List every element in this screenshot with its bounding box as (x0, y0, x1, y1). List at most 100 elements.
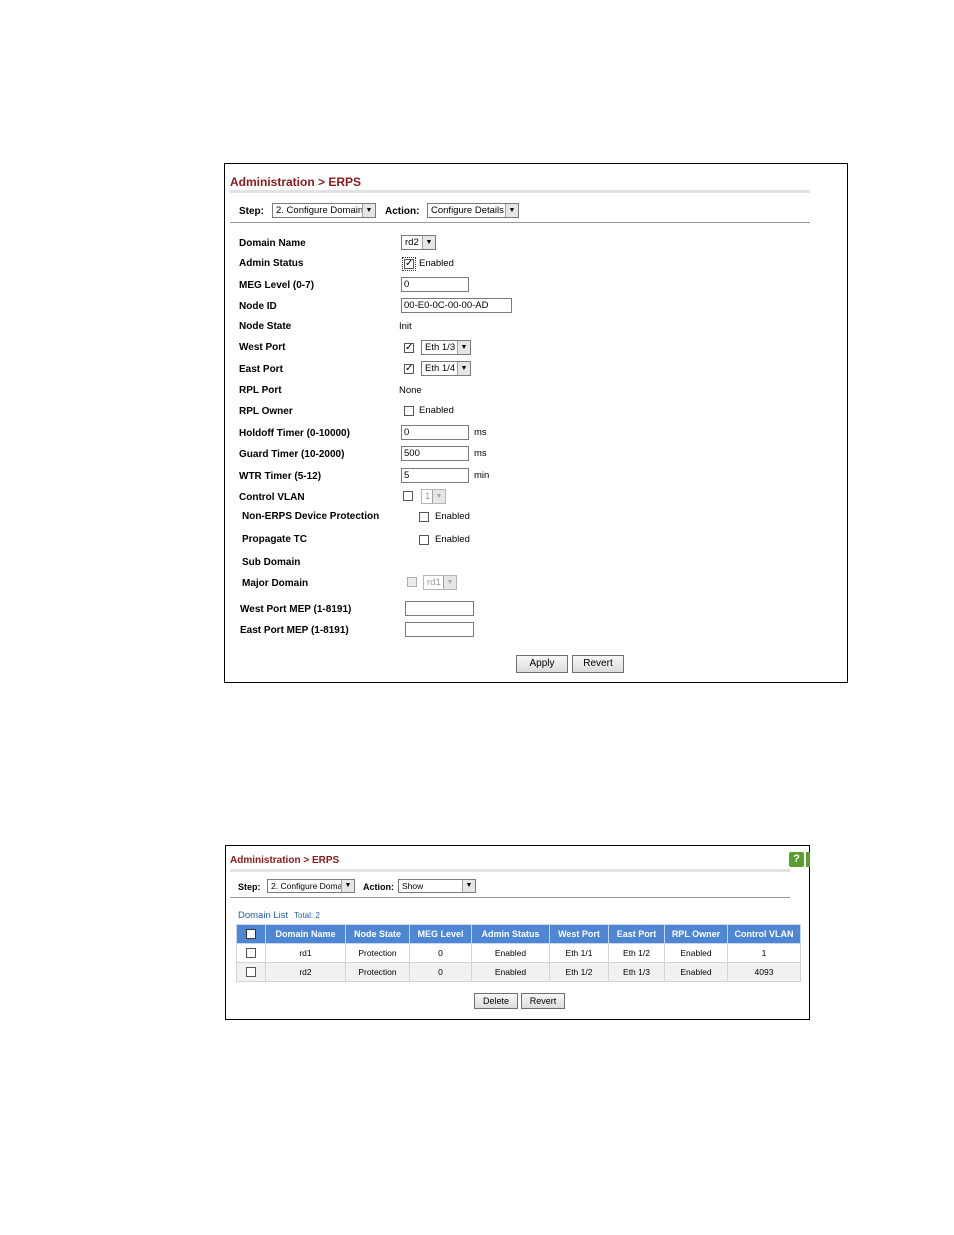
table-header-row: Domain Name Node State MEG Level Admin S… (236, 924, 801, 944)
step-divider (230, 897, 790, 898)
node-state-value: Init (399, 321, 412, 332)
col-east-port[interactable]: East Port (608, 924, 665, 944)
cell-admin-status: Enabled (471, 962, 550, 982)
chevron-down-icon: ▼ (443, 576, 456, 589)
cell-domain-name: rd2 (265, 962, 346, 982)
major-domain-checkbox[interactable] (407, 577, 417, 587)
east-port-label: East Port (239, 364, 283, 375)
apply-button[interactable]: Apply (516, 655, 568, 673)
cell-meg-level: 0 (409, 962, 472, 982)
chevron-down-icon: ▼ (422, 236, 435, 249)
rpl-owner-checkbox[interactable] (404, 406, 414, 416)
east-port-mep-input[interactable] (405, 622, 474, 637)
sub-domain-label: Sub Domain (242, 557, 301, 568)
guard-timer-unit: ms (474, 448, 487, 459)
propagate-tc-checkbox[interactable] (419, 535, 429, 545)
chevron-down-icon: ▼ (341, 880, 354, 892)
revert-button[interactable]: Revert (572, 655, 624, 673)
west-port-select[interactable]: Eth 1/3 ▼ (421, 340, 471, 355)
page-title: Administration > ERPS (230, 175, 362, 189)
step-select[interactable]: 2. Configure Domain ▼ (267, 879, 355, 893)
non-erps-text: Enabled (435, 511, 470, 522)
non-erps-checkbox[interactable] (419, 512, 429, 522)
cell-rpl-owner: Enabled (664, 943, 728, 963)
propagate-tc-text: Enabled (435, 534, 470, 545)
holdoff-timer-input[interactable]: 0 (401, 425, 469, 440)
guard-timer-label: Guard Timer (10-2000) (239, 449, 345, 460)
propagate-tc-label: Propagate TC (242, 534, 308, 545)
table-row: rd1 Protection 0 Enabled Eth 1/1 Eth 1/2… (236, 943, 801, 963)
chevron-down-icon: ▼ (457, 341, 470, 354)
east-port-checkbox[interactable]: ✓ (404, 364, 414, 374)
admin-status-label: Admin Status (239, 258, 304, 269)
cell-west-port: Eth 1/2 (549, 962, 609, 982)
row-checkbox[interactable] (246, 967, 256, 978)
title-divider (230, 190, 810, 193)
action-label: Action: (385, 206, 420, 217)
chevron-down-icon: ▼ (457, 362, 470, 375)
domain-table: Domain Name Node State MEG Level Admin S… (236, 924, 801, 982)
major-domain-label: Major Domain (242, 578, 309, 589)
step-divider (230, 222, 810, 223)
west-port-mep-input[interactable] (405, 601, 474, 616)
holdoff-timer-label: Holdoff Timer (0-10000) (239, 428, 350, 439)
wtr-timer-input[interactable]: 5 (401, 468, 469, 483)
cell-control-vlan: 4093 (727, 962, 801, 982)
domain-list-label: Domain List (238, 910, 289, 921)
action-label: Action: (363, 882, 394, 892)
col-rpl-owner[interactable]: RPL Owner (664, 924, 728, 944)
chevron-down-icon: ▼ (505, 204, 518, 217)
action-select[interactable]: Configure Details ▼ (427, 203, 519, 218)
west-port-mep-label: West Port MEP (1-8191) (240, 604, 352, 615)
title-divider (230, 869, 790, 872)
col-admin-status[interactable]: Admin Status (471, 924, 550, 944)
control-vlan-label: Control VLAN (239, 492, 305, 503)
control-vlan-select[interactable]: 1 ▼ (421, 489, 446, 504)
non-erps-label: Non-ERPS Device Protection (242, 511, 380, 522)
cell-west-port: Eth 1/1 (549, 943, 609, 963)
chevron-down-icon: ▼ (462, 880, 475, 892)
domain-list-total: Total: 2 (294, 911, 320, 920)
admin-status-checkbox[interactable]: ✓ (402, 257, 416, 271)
configure-details-panel: Administration > ERPS Step: 2. Configure… (224, 163, 848, 683)
select-all-cell (236, 924, 266, 944)
row-select-cell (236, 943, 266, 963)
control-vlan-checkbox[interactable] (403, 491, 413, 501)
col-meg-level[interactable]: MEG Level (409, 924, 472, 944)
cell-meg-level: 0 (409, 943, 472, 963)
meg-level-input[interactable]: 0 (401, 277, 469, 292)
col-control-vlan[interactable]: Control VLAN (727, 924, 801, 944)
revert-button[interactable]: Revert (521, 993, 565, 1009)
cell-control-vlan: 1 (727, 943, 801, 963)
col-node-state[interactable]: Node State (345, 924, 410, 944)
major-domain-select[interactable]: rd1 ▼ (423, 575, 457, 590)
cell-node-state: Protection (345, 962, 410, 982)
delete-button[interactable]: Delete (474, 993, 518, 1009)
cell-node-state: Protection (345, 943, 410, 963)
rpl-owner-label: RPL Owner (239, 406, 293, 417)
holdoff-timer-unit: ms (474, 427, 487, 438)
cell-east-port: Eth 1/3 (608, 962, 665, 982)
domain-name-select[interactable]: rd2 ▼ (401, 235, 436, 250)
select-all-checkbox[interactable] (246, 929, 256, 940)
show-domains-panel: Administration > ERPS ? Step: 2. Configu… (225, 845, 810, 1020)
meg-level-label: MEG Level (0-7) (239, 280, 315, 291)
node-id-input[interactable]: 00-E0-0C-00-00-AD (401, 298, 512, 313)
row-checkbox[interactable] (246, 948, 256, 959)
help-icon[interactable]: ? (789, 852, 804, 867)
cell-rpl-owner: Enabled (664, 962, 728, 982)
col-west-port[interactable]: West Port (549, 924, 609, 944)
step-label: Step: (239, 206, 264, 217)
col-domain-name[interactable]: Domain Name (265, 924, 346, 944)
chevron-down-icon: ▼ (362, 204, 375, 217)
rpl-port-label: RPL Port (239, 385, 282, 396)
guard-timer-input[interactable]: 500 (401, 446, 469, 461)
east-port-select[interactable]: Eth 1/4 ▼ (421, 361, 471, 376)
domain-name-label: Domain Name (239, 238, 306, 249)
west-port-checkbox[interactable]: ✓ (404, 343, 414, 353)
node-id-label: Node ID (239, 301, 277, 312)
action-select[interactable]: Show ▼ (398, 879, 476, 893)
table-row: rd2 Protection 0 Enabled Eth 1/2 Eth 1/3… (236, 962, 801, 982)
step-select[interactable]: 2. Configure Domain ▼ (272, 203, 376, 218)
wtr-timer-unit: min (474, 470, 490, 481)
